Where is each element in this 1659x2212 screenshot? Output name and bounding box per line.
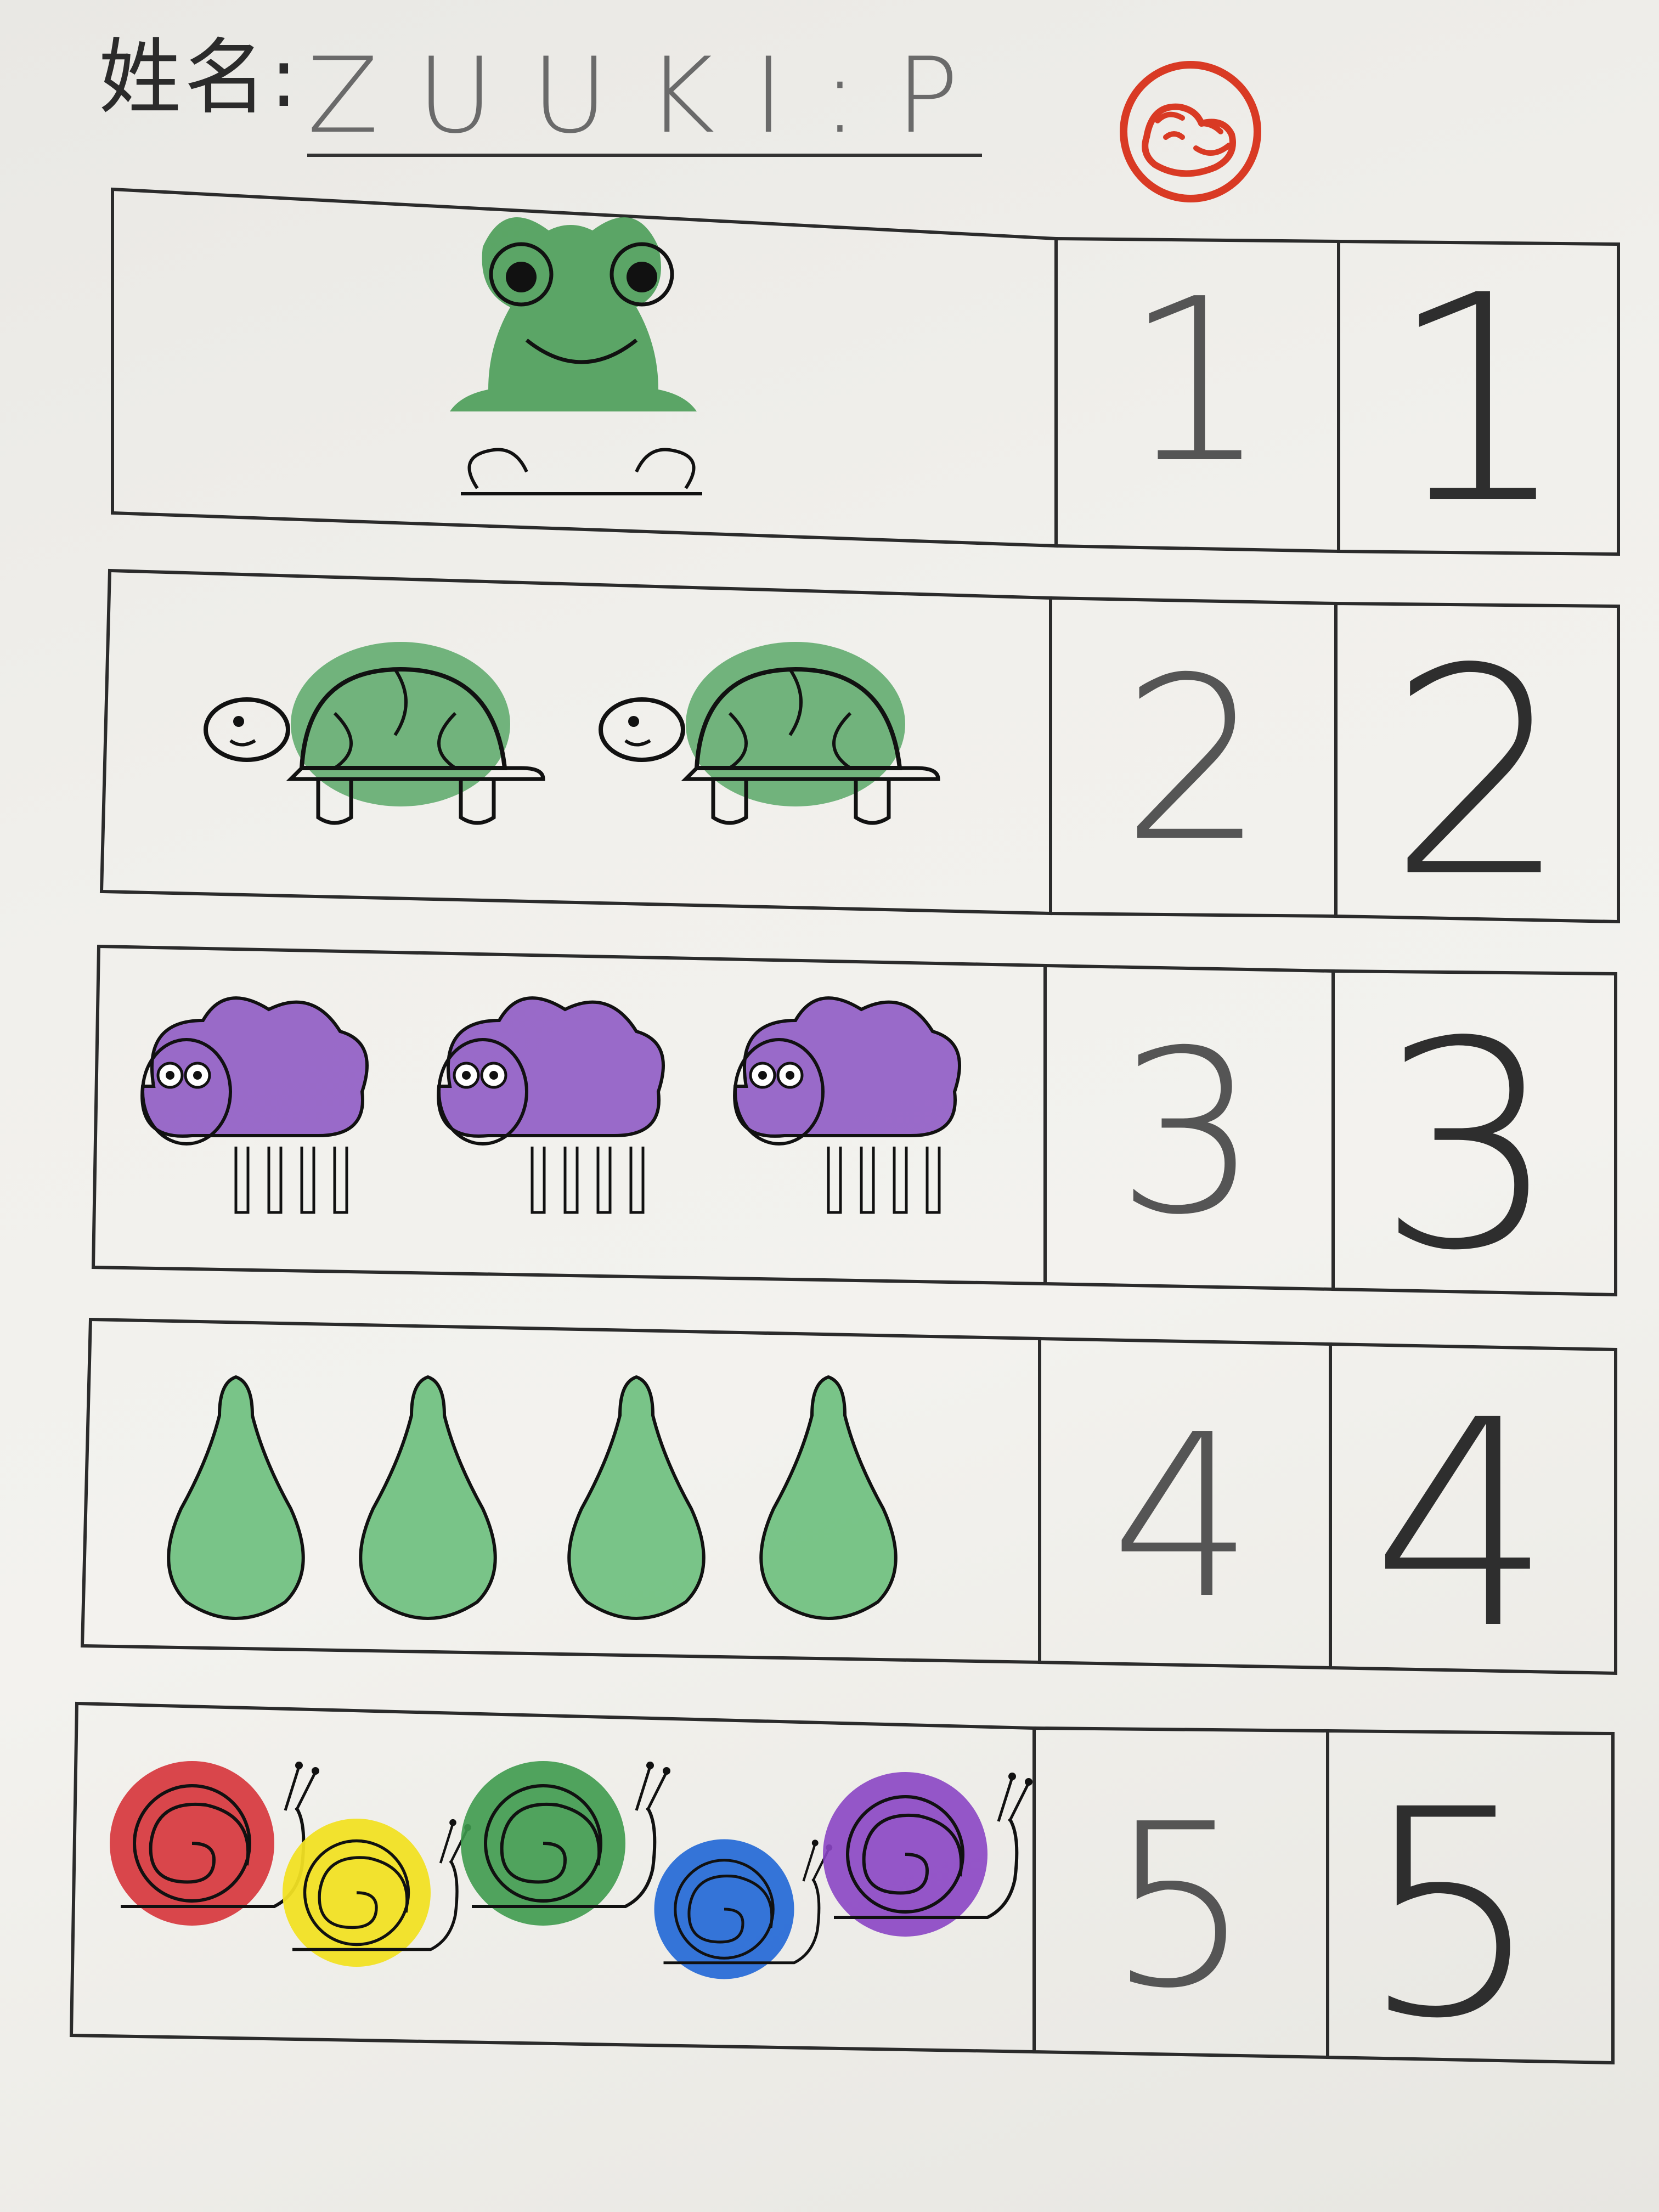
written-number: 1 xyxy=(1387,234,1570,567)
written-number: 2 xyxy=(1387,607,1570,940)
turtle-picture xyxy=(206,642,543,823)
snail-picture xyxy=(823,1772,1032,1937)
sheep-picture xyxy=(735,998,960,1212)
snail-picture xyxy=(283,1819,471,1967)
pear-picture xyxy=(761,1377,895,1618)
written-number: 3 xyxy=(1376,980,1559,1313)
turtle-picture xyxy=(601,642,938,823)
traced-number: 1 xyxy=(1124,250,1268,512)
snail-picture xyxy=(654,1839,833,1979)
traced-number: 3 xyxy=(1116,1002,1260,1264)
pear-picture xyxy=(569,1377,703,1618)
pear-picture xyxy=(168,1377,303,1618)
pear-picture xyxy=(360,1377,495,1618)
written-number: 5 xyxy=(1360,1748,1542,2081)
frog-picture xyxy=(450,217,702,494)
traced-number: 5 xyxy=(1108,1775,1251,2038)
traced-number: 4 xyxy=(1110,1386,1254,1648)
traced-number: 2 xyxy=(1121,629,1265,891)
written-number: 4 xyxy=(1371,1359,1553,1691)
sheep-picture xyxy=(142,998,367,1212)
sheep-picture xyxy=(438,998,663,1212)
snail-picture xyxy=(461,1761,670,1926)
